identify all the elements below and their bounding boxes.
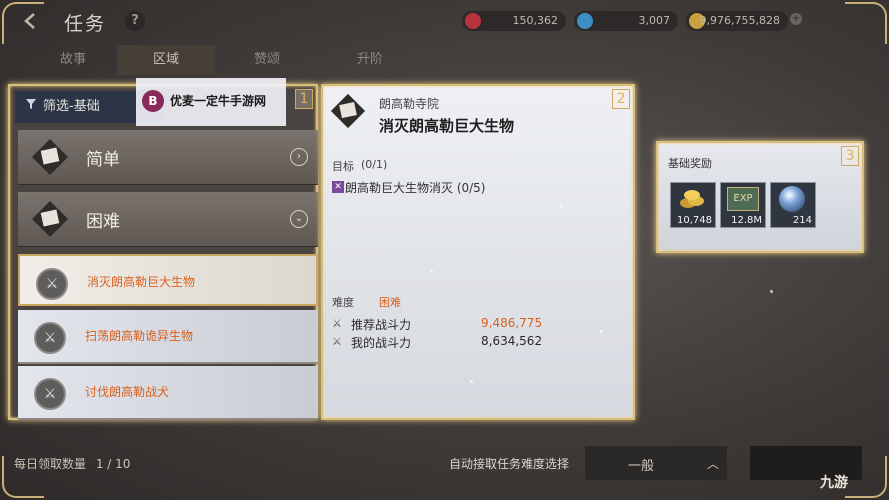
scroll-icon [330,93,366,129]
crossed-swords-icon: ⚔ [34,322,66,354]
currency-value: 150,362 [512,14,559,27]
currency-value: 9,976,755,828 [699,14,780,27]
quest-item[interactable]: ⚔ 讨伐朗高勒战犬 [18,366,318,420]
reward-title: 基础奖励 [668,157,712,170]
quest-item[interactable]: ⚔ 扫荡朗高勒诡异生物 [18,310,318,364]
category-label: 困难 [86,212,120,232]
panel-number: 1 [295,89,313,109]
reward-orb[interactable]: 214 [770,182,816,228]
tab-story[interactable]: 故事 [38,45,108,75]
reward-exp[interactable]: EXP 12.8M [720,182,766,228]
reward-value: 214 [792,215,812,226]
daily-count: 每日领取数量 1 / 10 [14,455,130,472]
quest-title: 消灭朗高勒巨大生物 [379,117,515,135]
sparkle [600,330,603,333]
objective-icon: ✕ [332,181,344,193]
help-button[interactable]: ? [125,11,145,31]
filter-icon [25,91,37,123]
watermark-text: 优麦一定牛手游网 [170,94,267,108]
recommended-power-label: 推荐战斗力 [351,318,412,332]
sparkle [430,270,433,273]
orb-icon [779,186,805,212]
chevron-up-icon: ︿ [706,457,719,471]
quest-label: 消灭朗高勒巨大生物 [87,275,196,289]
add-currency-button[interactable]: + [790,13,802,25]
quest-item[interactable]: ⚔ 消灭朗高勒巨大生物 [18,254,318,306]
category-label: 简单 [86,150,120,170]
difficulty-dropdown[interactable]: 一般 ︿ [585,446,727,480]
daily-label: 每日领取数量 [14,457,87,471]
dropdown-value: 一般 [628,459,655,474]
red-gem-icon [465,13,481,29]
difficulty-value: 困难 [379,296,401,309]
reward-panel: 3 基础奖励 10,748 EXP 12.8M 214 [656,141,864,253]
scroll-icon [32,139,68,175]
frame-ornament [845,2,887,44]
crossed-swords-icon: ⚔ [34,378,66,410]
watermark: B 优麦一定牛手游网 [136,78,286,126]
reward-gold[interactable]: 10,748 [670,182,716,228]
panel-number: 2 [612,89,630,109]
site-logo-text: 九游 [820,475,848,491]
combat-power-icon: ⚔ [332,335,342,348]
quest-label: 讨伐朗高勒战犬 [85,385,170,399]
objective-text: 朗高勒巨大生物消灭 (0/5) [345,181,486,195]
scroll-icon [32,201,68,237]
panel-number: 3 [841,146,859,166]
back-arrow-icon [24,13,35,29]
difficulty-label: 难度 [332,296,354,309]
category-easy[interactable]: 简单 › [18,130,318,185]
crossed-swords-icon: ⚔ [36,268,68,300]
tab-praise[interactable]: 赞颂 [227,45,307,75]
tab-ascend[interactable]: 升阶 [330,45,410,75]
daily-value: 1 / 10 [95,457,131,471]
my-power-label: 我的战斗力 [351,336,412,350]
blue-crystal-icon [577,13,593,29]
gold-coins-icon [680,190,704,208]
page-title: 任务 [64,13,107,35]
sparkle [470,380,473,383]
sparkle [560,205,563,208]
reward-value: 10,748 [677,215,712,226]
currency-red-gem[interactable]: 150,362 [462,11,566,31]
combat-power-icon: ⚔ [332,317,342,330]
sparkle [770,290,773,293]
back-button[interactable] [20,10,42,32]
currency-value: 3,007 [638,14,671,27]
quest-detail-panel: 2 朗高勒寺院 消灭朗高勒巨大生物 目标 (0/1) ✕ 朗高勒巨大生物消灭 (… [321,84,635,420]
site-logo-icon: B [142,90,164,112]
quest-list-panel: 1 筛选-基础 简单 › 困难 ⌄ ⚔ 消灭朗高勒巨大生物 ⚔ 扫荡朗高勒诡异生… [8,84,318,420]
auto-accept-label: 自动接取任务难度选择 [449,457,570,471]
currency-blue-crystal[interactable]: 3,007 [574,11,678,31]
filter-label: 筛选-基础 [43,99,100,114]
exp-icon: EXP [727,187,759,211]
objective-count: (0/1) [361,158,388,171]
category-hard[interactable]: 困难 ⌄ [18,192,318,247]
quest-label: 扫荡朗高勒诡异生物 [85,329,194,343]
objective-label: 目标 [332,160,354,173]
tab-region[interactable]: 区域 [117,45,215,75]
recommended-power-value: 9,486,775 [481,316,543,330]
reward-value: 12.8M [731,215,762,226]
chevron-down-icon: ⌄ [290,210,308,228]
quest-location: 朗高勒寺院 [379,97,440,111]
my-power-value: 8,634,562 [481,334,543,348]
currency-gold[interactable]: 9,976,755,828 + [686,11,802,31]
chevron-right-icon: › [290,148,308,166]
